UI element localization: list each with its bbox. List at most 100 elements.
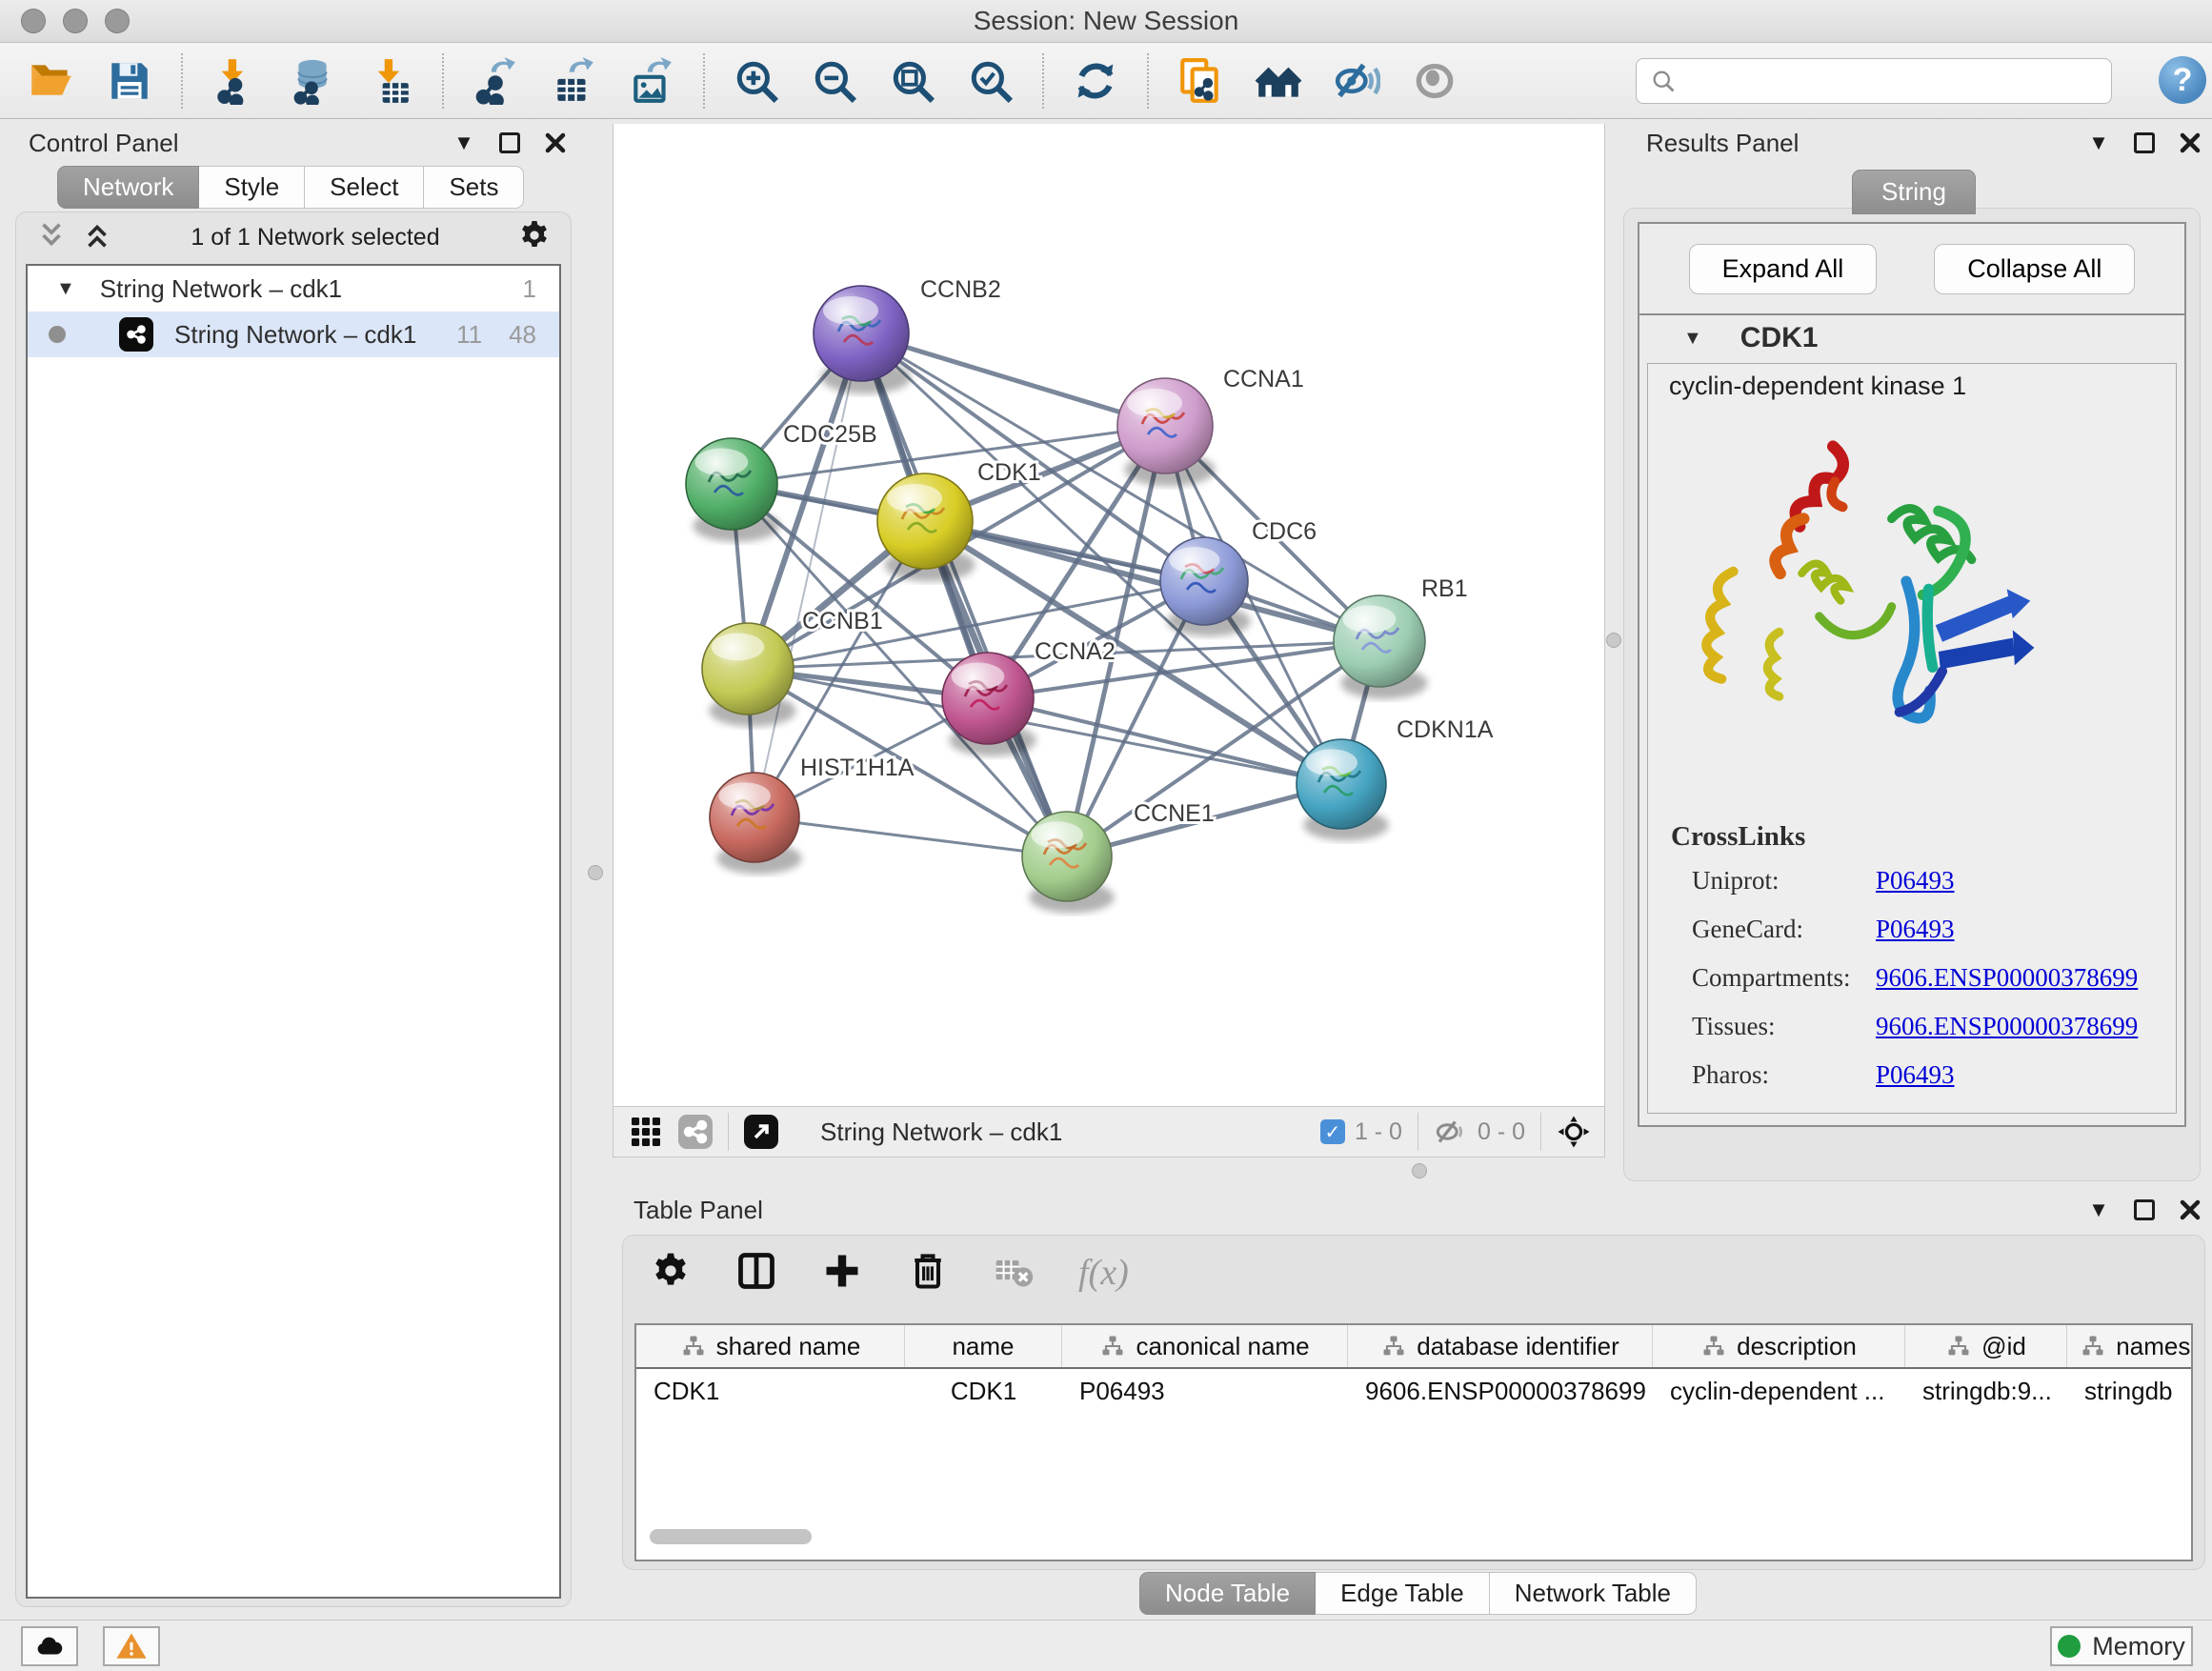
crosslink-link[interactable]: P06493 <box>1876 915 1955 944</box>
table-cell[interactable]: stringdb:9... <box>1905 1377 2067 1406</box>
export-network-icon[interactable] <box>469 54 522 108</box>
table-cell[interactable]: P06493 <box>1062 1377 1348 1406</box>
bottom-splitter-grip[interactable] <box>1412 1163 1427 1178</box>
network-node-CDKN1A[interactable] <box>1297 739 1389 840</box>
network-node-CDC6[interactable] <box>1160 537 1251 636</box>
table-panel-close-icon[interactable] <box>2178 1198 2202 1222</box>
network-node-CCNE1[interactable] <box>1022 812 1115 913</box>
control-panel-menu-icon[interactable]: ▼ <box>452 131 476 155</box>
table-panel-menu-icon[interactable]: ▼ <box>2086 1198 2111 1222</box>
zoom-out-icon[interactable] <box>808 54 861 108</box>
tab-network-table[interactable]: Network Table <box>1490 1572 1697 1615</box>
string-view-icon[interactable] <box>678 1115 713 1149</box>
tab-style[interactable]: Style <box>199 166 305 209</box>
birds-eye-view-icon[interactable] <box>629 1115 663 1149</box>
export-image-icon[interactable] <box>625 54 678 108</box>
home-icon[interactable] <box>1252 54 1305 108</box>
expand-all-button[interactable]: Expand All <box>1689 244 1878 294</box>
search-input[interactable] <box>1686 59 2111 103</box>
clone-network-icon[interactable] <box>1174 54 1227 108</box>
control-panel-close-icon[interactable] <box>543 131 568 155</box>
column-header-shared-name[interactable]: shared name <box>636 1325 905 1367</box>
open-in-window-icon[interactable] <box>744 1115 778 1149</box>
delete-column-icon[interactable] <box>907 1250 949 1297</box>
expand-all-networks-icon[interactable] <box>81 219 113 256</box>
right-splitter-grip[interactable] <box>1606 633 1621 648</box>
tab-select[interactable]: Select <box>305 166 424 209</box>
column-header-@id[interactable]: @id <box>1905 1325 2067 1367</box>
import-table-icon[interactable] <box>364 54 417 108</box>
string-network-graph[interactable]: CCNB2CCNA1CDC25BCDK1CDC6RB1CCNB1CCNA2CDK… <box>613 124 1604 1104</box>
network-edge[interactable] <box>988 698 1341 784</box>
network-options-gear-icon[interactable] <box>517 218 552 257</box>
memory-button[interactable]: Memory <box>2050 1626 2193 1666</box>
network-collection-row[interactable]: ▼ String Network – cdk1 1 <box>28 266 559 312</box>
table-cell[interactable]: stringdb <box>2067 1377 2193 1406</box>
table-cell[interactable]: 9606.ENSP00000378699 <box>1348 1377 1653 1406</box>
crosslink-link[interactable]: 9606.ENSP00000378699 <box>1876 963 2138 993</box>
network-node-CDC25B[interactable] <box>686 438 780 542</box>
tab-string[interactable]: String <box>1852 170 1976 214</box>
network-edge[interactable] <box>754 333 861 817</box>
cloud-status-button[interactable] <box>21 1626 78 1666</box>
network-node-CCNB1[interactable] <box>702 623 796 727</box>
column-header-description[interactable]: description <box>1653 1325 1905 1367</box>
column-header-namespace[interactable]: namespace <box>2067 1325 2193 1367</box>
open-session-icon[interactable] <box>25 54 78 108</box>
table-panel-float-icon[interactable] <box>2132 1198 2157 1222</box>
table-horizontal-scrollbar[interactable] <box>650 1529 812 1544</box>
results-panel-close-icon[interactable] <box>2178 131 2202 155</box>
column-header-database-identifier[interactable]: database identifier <box>1348 1325 1653 1367</box>
results-panel-menu-icon[interactable]: ▼ <box>2086 131 2111 155</box>
warnings-button[interactable] <box>103 1626 160 1666</box>
crosslink-link[interactable]: P06493 <box>1876 866 1955 896</box>
import-network-icon[interactable] <box>208 54 261 108</box>
column-header-name[interactable]: name <box>905 1325 1062 1367</box>
import-network-from-database-icon[interactable] <box>286 54 339 108</box>
tab-sets[interactable]: Sets <box>424 166 524 209</box>
selected-nodes-checkbox[interactable]: ✓ <box>1320 1119 1345 1144</box>
tab-node-table[interactable]: Node Table <box>1139 1572 1316 1615</box>
table-cell[interactable]: CDK1 <box>636 1377 905 1406</box>
network-node-CCNA1[interactable] <box>1117 378 1216 487</box>
crosslink-link[interactable]: P06493 <box>1876 1060 1955 1090</box>
hide-selected-icon[interactable] <box>1330 54 1383 108</box>
network-row[interactable]: String Network – cdk1 11 48 <box>28 312 559 357</box>
network-node-CCNA2[interactable] <box>942 653 1036 756</box>
network-canvas[interactable]: CCNB2CCNA1CDC25BCDK1CDC6RB1CCNB1CCNA2CDK… <box>613 124 1605 1106</box>
show-all-icon[interactable] <box>1408 54 1461 108</box>
tab-edge-table[interactable]: Edge Table <box>1316 1572 1490 1615</box>
collapse-all-networks-icon[interactable] <box>35 219 68 256</box>
save-session-icon[interactable] <box>103 54 156 108</box>
column-header-canonical-name[interactable]: canonical name <box>1062 1325 1348 1367</box>
add-column-icon[interactable] <box>821 1250 863 1297</box>
collapse-all-button[interactable]: Collapse All <box>1934 244 2135 294</box>
results-panel-float-icon[interactable] <box>2132 131 2157 155</box>
network-edge[interactable] <box>754 817 1067 856</box>
export-table-icon[interactable] <box>547 54 600 108</box>
zoom-in-icon[interactable] <box>730 54 783 108</box>
network-node-HIST1H1A[interactable] <box>710 773 802 874</box>
tab-network[interactable]: Network <box>57 166 199 209</box>
table-cell[interactable]: CDK1 <box>905 1377 1062 1406</box>
collection-expander-icon[interactable]: ▼ <box>56 278 75 300</box>
fit-selected-crosshair-icon[interactable] <box>1557 1115 1591 1149</box>
hidden-items-icon[interactable] <box>1434 1115 1468 1149</box>
control-panel-float-icon[interactable] <box>497 131 522 155</box>
help-button[interactable]: ? <box>2159 56 2206 104</box>
zoom-fit-icon[interactable] <box>886 54 939 108</box>
zoom-selected-icon[interactable] <box>964 54 1017 108</box>
refresh-icon[interactable] <box>1069 54 1122 108</box>
table-row[interactable]: CDK1CDK1P064939606.ENSP00000378699cyclin… <box>636 1369 2191 1413</box>
network-node-RB1[interactable] <box>1334 595 1428 699</box>
gene-expander-icon[interactable]: ▼ <box>1683 328 1702 350</box>
network-node-CDK1[interactable] <box>877 473 975 582</box>
node-label-CDC6: CDC6 <box>1252 518 1317 545</box>
table-cell[interactable]: cyclin-dependent ... <box>1653 1377 1905 1406</box>
left-splitter-grip[interactable] <box>588 865 603 880</box>
crosslink-link[interactable]: 9606.ENSP00000378699 <box>1876 1012 2138 1041</box>
node-table[interactable]: shared namenamecanonical namedatabase id… <box>634 1323 2193 1561</box>
show-columns-icon[interactable] <box>735 1250 777 1297</box>
table-options-gear-icon[interactable] <box>650 1250 692 1297</box>
network-node-CCNB2[interactable] <box>814 286 912 394</box>
